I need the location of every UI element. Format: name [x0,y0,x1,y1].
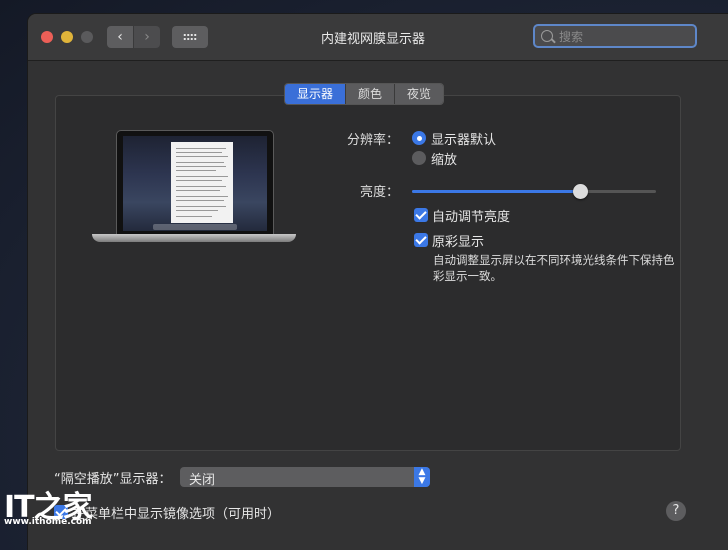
resolution-scaled-label[interactable]: 缩放 [431,149,457,168]
auto-brightness-label[interactable]: 自动调节亮度 [432,206,510,225]
updown-arrows-icon: ▲ ▼ [414,467,430,487]
chevron-right-icon: › [144,29,150,45]
brightness-slider-fill [412,190,581,193]
title-bar: ‹ › 内建视网膜显示器 搜索 [28,14,728,61]
forward-button[interactable]: › [134,26,160,48]
resolution-default-label[interactable]: 显示器默认 [431,129,496,148]
resolution-scaled-radio[interactable] [412,151,426,165]
search-field[interactable]: 搜索 [533,24,697,48]
brightness-label: 亮度： [360,185,400,200]
brightness-slider[interactable] [412,184,656,199]
preferences-window: ‹ › 内建视网膜显示器 搜索 显示器 颜色 夜览 分辨率： 显示器默认 缩放 … [28,14,728,550]
airplay-display-select[interactable]: 关闭 ▲ ▼ [180,467,430,488]
airplay-display-value: 关闭 [189,473,216,488]
back-button[interactable]: ‹ [107,26,133,48]
laptop-screen [123,136,267,231]
watermark-url: www.ithome.com [4,517,92,527]
laptop-lid [116,130,274,237]
true-tone-label[interactable]: 原彩显示 [432,231,484,250]
watermark: IT之家 www.ithome.com [4,482,104,530]
tab-display[interactable]: 显示器 [285,84,347,104]
true-tone-checkbox[interactable] [414,233,428,247]
laptop-base [92,234,296,242]
laptop-illustration [92,130,296,248]
document-preview [171,142,233,223]
help-button[interactable]: ? [666,501,686,521]
auto-brightness-checkbox[interactable] [414,208,428,222]
chevron-left-icon: ‹ [117,29,123,45]
true-tone-description: 自动调整显示屏以在不同环境光线条件下保持色彩显示一致。 [433,253,675,283]
zoom-button[interactable] [81,31,93,43]
search-placeholder: 搜索 [559,30,584,44]
resolution-default-radio[interactable] [412,131,426,145]
resolution-label: 分辨率： [347,133,400,148]
grid-icon [183,33,197,41]
minimize-button[interactable] [61,31,73,43]
show-all-button[interactable] [172,26,208,48]
tab-bar: 显示器 颜色 夜览 [284,83,445,105]
search-icon [541,30,553,42]
tab-night-shift[interactable]: 夜览 [395,84,444,104]
dock [153,224,237,230]
window-title: 内建视网膜显示器 [320,32,425,47]
close-button[interactable] [41,31,53,43]
tab-color[interactable]: 颜色 [346,84,396,104]
